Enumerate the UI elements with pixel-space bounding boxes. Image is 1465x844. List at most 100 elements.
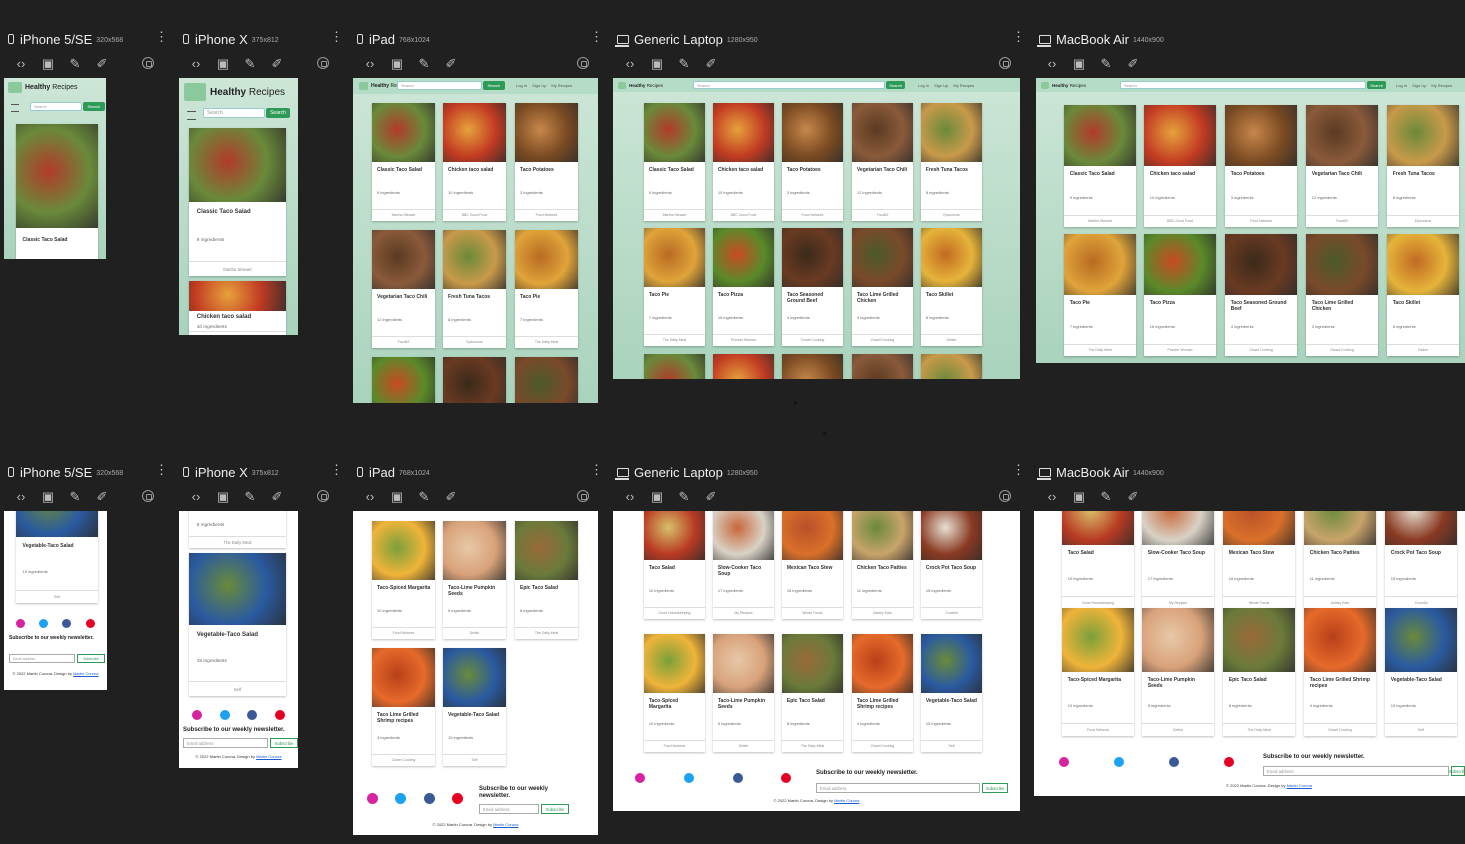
instagram-icon[interactable] xyxy=(16,619,25,628)
code-icon[interactable]: ‹› xyxy=(361,56,379,72)
pinterest-icon[interactable] xyxy=(275,710,285,720)
pinterest-icon[interactable] xyxy=(1224,757,1234,767)
search-button[interactable]: Search xyxy=(483,81,505,90)
paint-icon[interactable]: ✎ xyxy=(66,489,84,505)
designer-link[interactable]: Martin Corona xyxy=(1287,783,1312,788)
hamburger-icon[interactable] xyxy=(11,104,19,112)
recipe-source[interactable]: Closet Cooking xyxy=(852,739,913,748)
recipe-card[interactable]: Taco Pie 7 ingredients The Daily Meal xyxy=(644,228,705,346)
recipe-card[interactable]: Crock Pot Taco Soup 15 ingredients Crockfu… xyxy=(1385,511,1457,609)
recipe-card[interactable]: Taco Pizza16 ingredientsPioneer Woman xyxy=(372,357,435,403)
recipe-card[interactable]: Vegetarian Taco Chili 12 ingredients Food5… xyxy=(372,230,435,348)
paint-icon[interactable]: ✎ xyxy=(1097,489,1115,505)
recipe-source[interactable]: Self xyxy=(189,681,286,692)
edit-icon[interactable]: ✐ xyxy=(442,489,460,505)
hamburger-icon[interactable] xyxy=(187,111,196,120)
recipe-source[interactable]: Closet Cooking xyxy=(782,333,843,342)
recipe-card[interactable]: Chicken taco salad10 ingredientsBBC Good… xyxy=(713,354,774,379)
code-icon[interactable]: ‹› xyxy=(12,489,30,505)
recipe-card[interactable]: Taco Potatoes3 ingredientsFood Network xyxy=(782,354,843,379)
screenshot-icon[interactable]: ▣ xyxy=(648,489,666,505)
paint-icon[interactable]: ✎ xyxy=(415,489,433,505)
more-menu-icon[interactable]: ⋮ xyxy=(590,463,603,477)
search-button[interactable]: Search xyxy=(266,108,290,118)
recipe-source[interactable]: Delish xyxy=(443,626,506,635)
facebook-icon[interactable] xyxy=(247,710,257,720)
recipe-source[interactable]: Martha Stewart xyxy=(1064,214,1136,223)
edit-icon[interactable]: ✐ xyxy=(93,489,111,505)
recipe-source[interactable]: Self xyxy=(16,590,98,599)
recipe-card[interactable]: Mexican Taco Stew 16 ingredients Whole Foo… xyxy=(1223,511,1295,609)
recipe-card[interactable]: Taco-Spiced Margarita 10 ingredients Food … xyxy=(644,634,705,752)
edit-icon[interactable]: ✐ xyxy=(268,56,286,72)
recipe-source[interactable]: Self xyxy=(1385,723,1457,732)
recipe-card[interactable]: Taco Pizza16 ingredientsPioneer Woman xyxy=(713,228,774,346)
twitter-icon[interactable] xyxy=(395,793,406,804)
recipe-source[interactable]: Food Network xyxy=(372,626,435,635)
recipe-source[interactable]: Crockful xyxy=(921,606,982,615)
recipe-card[interactable]: Taco Salad 10 ingredients Good Housekeepin… xyxy=(1062,511,1134,609)
code-icon[interactable]: ‹› xyxy=(187,56,205,72)
search-button[interactable]: Search xyxy=(1367,81,1387,89)
paint-icon[interactable]: ✎ xyxy=(241,489,259,505)
rotate-icon[interactable] xyxy=(317,57,329,69)
screenshot-icon[interactable]: ▣ xyxy=(214,489,232,505)
pinterest-icon[interactable] xyxy=(781,773,791,783)
recipe-source[interactable]: The Daily Meal xyxy=(515,335,578,344)
recipe-card[interactable]: Epic Taco Salad 8 ingredients The Daily Me… xyxy=(1223,608,1295,736)
recipe-source[interactable]: The Daily Meal xyxy=(515,626,578,635)
screenshot-icon[interactable]: ▣ xyxy=(1070,489,1088,505)
recipe-source[interactable]: Delish xyxy=(921,333,982,342)
recipe-card[interactable]: Chicken Taco Patties 11 ingredients Ashley… xyxy=(852,511,913,619)
instagram-icon[interactable] xyxy=(192,710,202,720)
subscribe-button[interactable]: Subscribe xyxy=(982,783,1008,793)
edit-icon[interactable]: ✐ xyxy=(442,56,460,72)
recipe-card[interactable]: Taco Lime Grilled Shrimp recipes 4 ingred… xyxy=(852,634,913,752)
facebook-icon[interactable] xyxy=(1169,757,1179,767)
recipe-card[interactable]: Chicken taco salad10 ingredientsBBC Good… xyxy=(713,103,774,221)
recipe-source[interactable]: Food Network xyxy=(782,208,843,217)
recipe-card[interactable]: Classic Taco Salad9 ingredientsMartha St… xyxy=(16,124,98,259)
paint-icon[interactable]: ✎ xyxy=(66,56,84,72)
recipe-source[interactable]: Whole Foods xyxy=(782,606,843,615)
nav-link[interactable]: Log In xyxy=(1396,83,1407,88)
instagram-icon[interactable] xyxy=(367,793,378,804)
recipe-card[interactable]: Taco Seasoned Ground Beef 4 ingredients Cl… xyxy=(1225,234,1297,356)
twitter-icon[interactable] xyxy=(684,773,694,783)
recipe-card[interactable]: Vegetable-Taco Salad 15 ingredients Self xyxy=(921,634,982,752)
recipe-card[interactable]: Chicken taco salad10 ingredientsBBC Good… xyxy=(189,281,286,335)
code-icon[interactable]: ‹› xyxy=(361,489,379,505)
recipe-source[interactable]: My Recipes xyxy=(1142,596,1214,605)
edit-icon[interactable]: ✐ xyxy=(1124,56,1142,72)
recipe-card[interactable]: Fresh Tuna Tacos 8 ingredients Epicurious xyxy=(921,103,982,221)
rotate-icon[interactable] xyxy=(142,490,154,502)
recipe-source[interactable]: The Daily Meal xyxy=(189,536,286,545)
recipe-card[interactable]: Taco Skillet 8 ingredients Delish xyxy=(921,228,982,346)
search-button[interactable]: Search xyxy=(83,102,105,111)
subscribe-button[interactable]: Subscribe xyxy=(77,654,105,663)
recipe-source[interactable]: Ashley Eats xyxy=(852,606,913,615)
recipe-source[interactable]: Self xyxy=(921,739,982,748)
recipe-card[interactable]: Fresh Tuna Tacos 8 ingredients Epicurious xyxy=(1387,105,1459,227)
recipe-card[interactable]: Taco Potatoes3 ingredientsFood Network xyxy=(1225,105,1297,227)
designer-link[interactable]: Martin Corona xyxy=(73,671,98,676)
nav-link[interactable]: My Recipes xyxy=(551,83,572,88)
search-input[interactable]: Search xyxy=(397,81,482,90)
recipe-source[interactable]: Ashley Eats xyxy=(1304,596,1376,605)
rotate-icon[interactable] xyxy=(142,57,154,69)
recipe-card[interactable]: Taco Lime Grilled Chicken 3 ingredients Cl… xyxy=(1306,234,1378,356)
recipe-card[interactable]: Taco Seasoned Ground Beef 4 ingredients Cl… xyxy=(782,228,843,346)
recipe-source[interactable]: Crockful xyxy=(1385,596,1457,605)
paint-icon[interactable]: ✎ xyxy=(415,56,433,72)
recipe-card[interactable]: Epic Taco Salad 8 ingredients The Daily Me… xyxy=(782,634,843,752)
recipe-card[interactable]: Taco Potatoes3 ingredientsFood Network xyxy=(782,103,843,221)
search-input[interactable]: Search xyxy=(693,81,885,89)
subscribe-button[interactable]: Subscribe xyxy=(1449,766,1465,776)
recipe-source[interactable]: Closet Cooking xyxy=(852,333,913,342)
recipe-card[interactable]: Mexican Taco Stew 16 ingredients Whole Foo… xyxy=(782,511,843,619)
recipe-card[interactable]: Classic Taco Salad9 ingredientsMartha St… xyxy=(372,103,435,221)
recipe-card[interactable]: Classic Taco Salad9 ingredientsMartha St… xyxy=(1064,105,1136,227)
recipe-source[interactable]: Epicurious xyxy=(1387,214,1459,223)
recipe-source[interactable]: Good Housekeeping xyxy=(1062,596,1134,605)
recipe-card[interactable]: Chicken taco salad10 ingredientsBBC Good… xyxy=(443,103,506,221)
